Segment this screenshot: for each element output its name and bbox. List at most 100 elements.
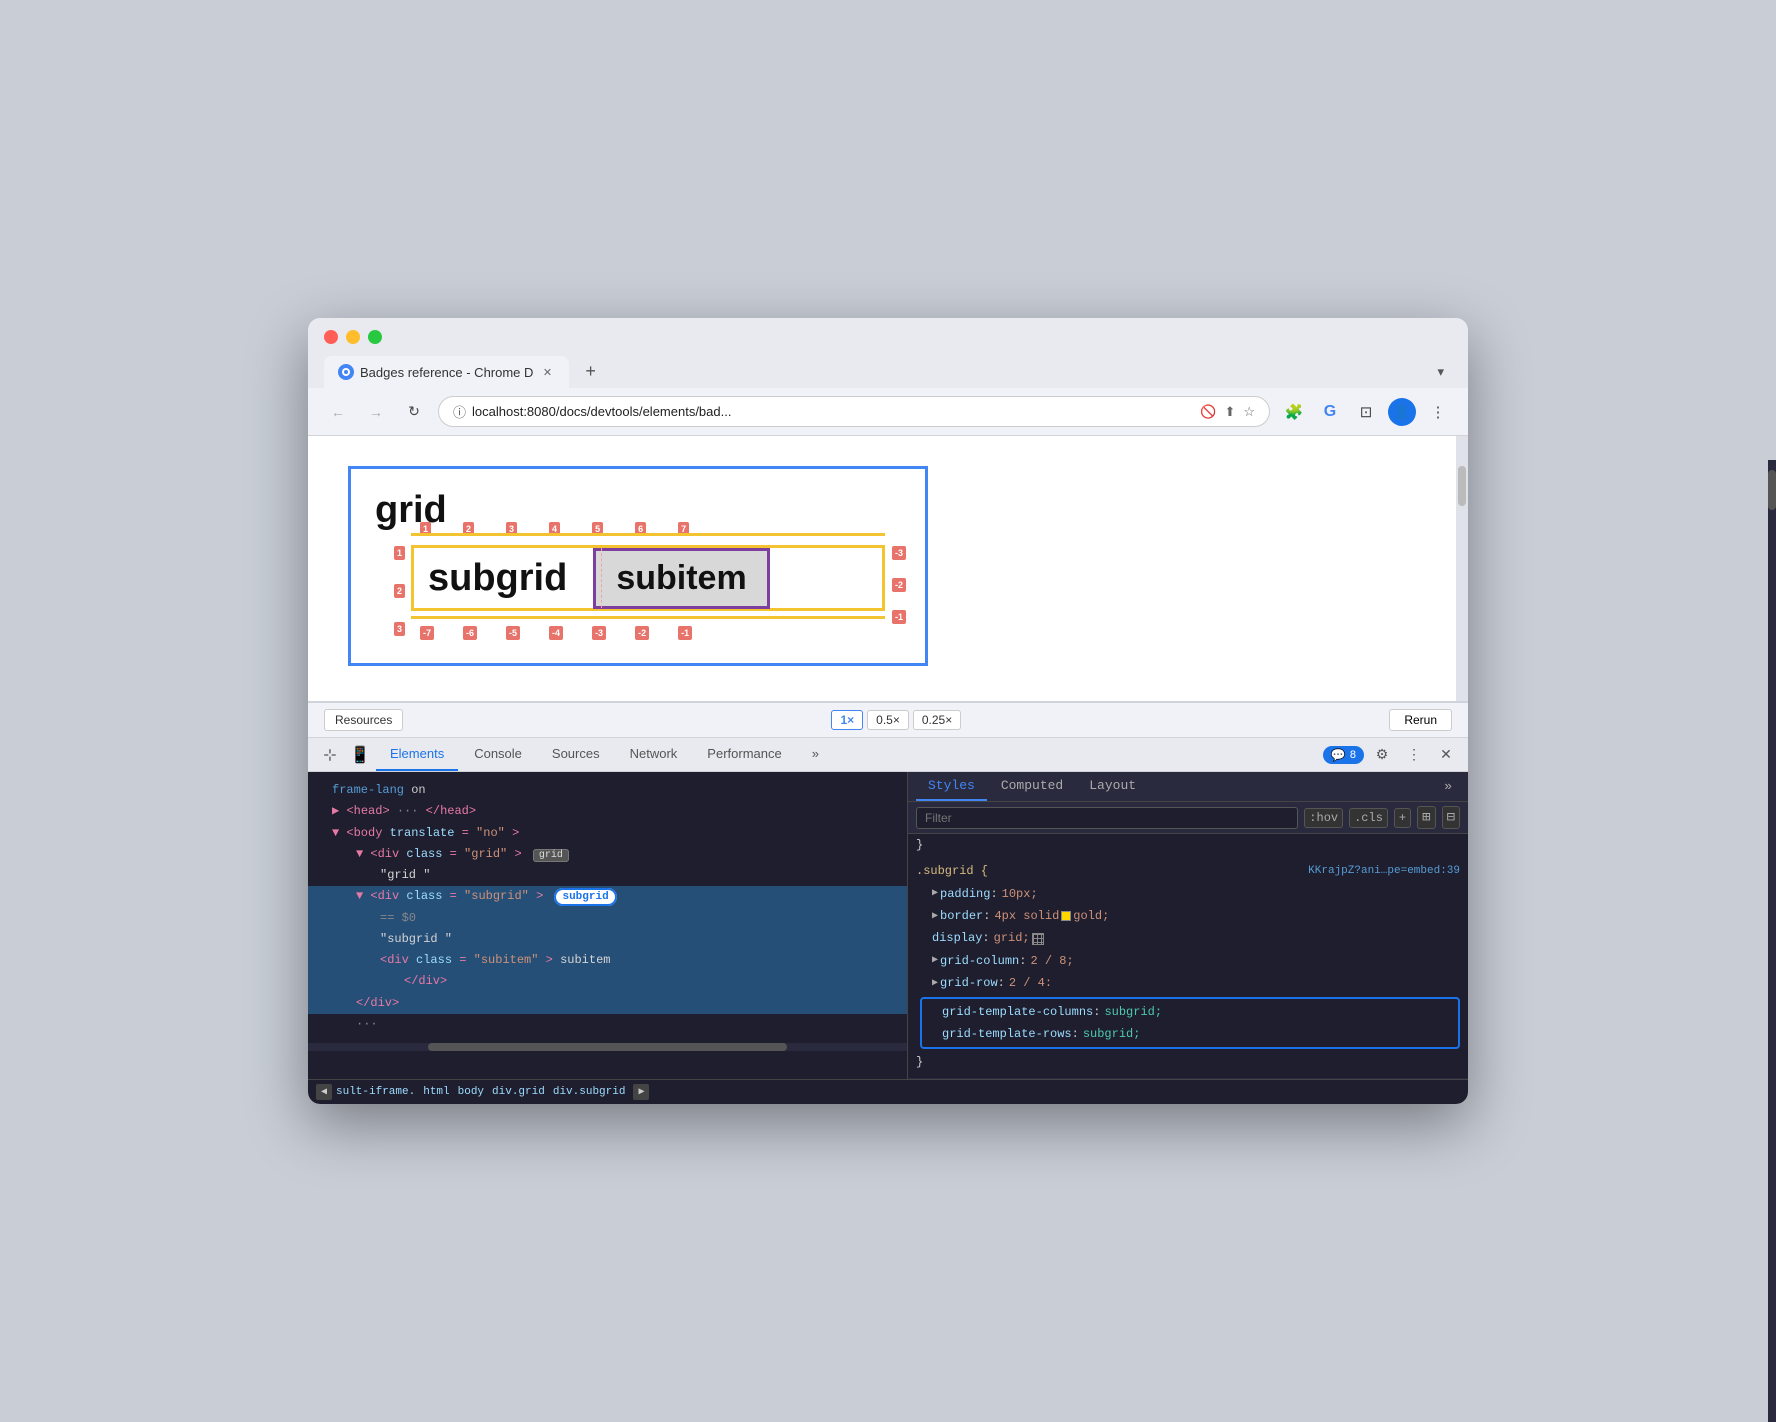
html-line-subitem[interactable]: <div class = "subitem" > subitem: [308, 950, 907, 971]
address-bar: ← → ↻ ⓘ localhost:8080/docs/devtools/ele…: [308, 388, 1468, 436]
devtools-action-icons: 💬 8 ⚙ ⋮ ✕: [1323, 741, 1460, 769]
chrome-icon: [338, 364, 354, 380]
styles-panel: Styles Computed Layout » :hov .cls + ⊞: [908, 772, 1468, 1079]
console-messages-badge[interactable]: 💬 8: [1323, 746, 1364, 764]
tab-title: Badges reference - Chrome D: [360, 365, 533, 380]
html-line-dollar0: == $0: [308, 908, 907, 929]
tab-console[interactable]: Console: [460, 738, 536, 771]
reload-button[interactable]: ↻: [400, 398, 428, 426]
css-prop-border: ▶ border : 4px solid gold;: [916, 905, 1460, 927]
more-options-button[interactable]: ⋮: [1400, 741, 1428, 769]
grid-container: grid 1234567 123: [348, 466, 928, 666]
address-input[interactable]: ⓘ localhost:8080/docs/devtools/elements/…: [438, 396, 1270, 427]
breadcrumb-item-divgrid[interactable]: div.grid: [492, 1086, 545, 1098]
cls-filter-button[interactable]: .cls: [1349, 808, 1388, 828]
zoom-05x-button[interactable]: 0.5×: [867, 710, 909, 730]
add-style-button[interactable]: +: [1394, 808, 1411, 828]
tab-dropdown-button[interactable]: ▾: [1429, 356, 1452, 388]
styles-tab-bar: Styles Computed Layout »: [908, 772, 1468, 802]
css-prop-grid-template-rows: grid-template-rows : subgrid;: [926, 1023, 1454, 1045]
badge-count: 8: [1350, 749, 1356, 761]
minimize-button[interactable]: [346, 330, 360, 344]
extensions-button[interactable]: 🧩: [1280, 398, 1308, 426]
forward-button[interactable]: →: [362, 398, 390, 426]
tab-elements[interactable]: Elements: [376, 738, 458, 771]
device-toggle-button[interactable]: 📱: [346, 741, 374, 769]
html-line-subgrid[interactable]: ▼ <div class = "subgrid" > subgrid: [308, 886, 907, 908]
zoom-025x-button[interactable]: 0.25×: [913, 710, 961, 730]
css-prop-val-grid-column: 2 / 8;: [1030, 951, 1073, 971]
styles-tab-more[interactable]: »: [1436, 773, 1460, 800]
styles-tab-computed[interactable]: Computed: [989, 772, 1075, 801]
resources-button[interactable]: Resources: [324, 709, 403, 731]
computed-styles-button[interactable]: ⊟: [1442, 806, 1460, 829]
close-button[interactable]: [324, 330, 338, 344]
gold-swatch[interactable]: [1061, 911, 1071, 921]
tab-performance[interactable]: Performance: [693, 738, 795, 771]
back-button[interactable]: ←: [324, 398, 352, 426]
preview-scrollbar[interactable]: [1456, 436, 1468, 701]
css-expand-grid-row[interactable]: ▶: [932, 975, 938, 992]
address-text: localhost:8080/docs/devtools/elements/ba…: [472, 404, 1194, 419]
inspect-element-button[interactable]: ⊹: [316, 741, 344, 769]
breadcrumb-forward[interactable]: ▶: [633, 1084, 649, 1100]
breadcrumb-item-body[interactable]: body: [458, 1086, 484, 1098]
css-expand-border[interactable]: ▶: [932, 908, 938, 925]
devtools-main: frame-lang on ▶ <head> ··· </head> ▼ <bo…: [308, 772, 1468, 1079]
html-line-dots: ···: [308, 1014, 907, 1035]
rerun-button[interactable]: Rerun: [1389, 709, 1452, 731]
breadcrumb-back[interactable]: ◀: [316, 1084, 332, 1100]
google-button[interactable]: G: [1316, 398, 1344, 426]
subgrid-box: subgrid subitem: [411, 545, 885, 611]
breadcrumb-item-frame[interactable]: sult-iframe.: [336, 1086, 415, 1098]
css-selector: .subgrid {: [916, 861, 988, 881]
css-prop-val-gold: gold;: [1073, 906, 1109, 926]
address-icons: 🚫 ⬆ ☆: [1200, 404, 1255, 420]
css-prop-name-grid-row: grid-row: [940, 973, 998, 993]
settings-button[interactable]: ⚙: [1368, 741, 1396, 769]
css-expand-grid-col[interactable]: ▶: [932, 952, 938, 969]
devtools-panel: ⊹ 📱 Elements Console Sources Network Per…: [308, 738, 1468, 1104]
html-line-head[interactable]: ▶ <head> ··· </head>: [308, 801, 907, 822]
html-line-body: ▼ <body translate = "no" >: [308, 823, 907, 844]
hov-filter-button[interactable]: :hov: [1304, 808, 1343, 828]
page-content: grid 1234567 123: [308, 436, 1468, 1104]
toggle-element-state-button[interactable]: ⊞: [1417, 806, 1435, 829]
preview-area: grid 1234567 123: [308, 436, 1468, 703]
menu-button[interactable]: ⋮: [1424, 398, 1452, 426]
html-line-div-grid: ▼ <div class = "grid" > grid: [308, 844, 907, 865]
zoom-1x-button[interactable]: 1×: [831, 710, 863, 730]
css-expand-padding[interactable]: ▶: [932, 885, 938, 902]
close-devtools-button[interactable]: ✕: [1432, 741, 1460, 769]
styles-filter-input[interactable]: [916, 807, 1298, 829]
tab-network[interactable]: Network: [616, 738, 692, 771]
elements-scrollbar-thumb-h: [428, 1043, 787, 1051]
subitem-box: subitem: [593, 548, 769, 609]
breadcrumb-item-divsubgrid[interactable]: div.subgrid: [553, 1086, 626, 1098]
tab-more[interactable]: »: [798, 738, 833, 771]
styles-tab-styles[interactable]: Styles: [916, 772, 987, 801]
active-tab[interactable]: Badges reference - Chrome D ✕: [324, 356, 569, 388]
css-brace-close: }: [916, 1051, 1460, 1073]
css-selector-line: .subgrid { KKrajpZ?ani…pe=embed:39: [916, 860, 1460, 882]
elements-scrollbar-h[interactable]: [308, 1043, 907, 1051]
maximize-button[interactable]: [368, 330, 382, 344]
new-tab-button[interactable]: +: [573, 354, 608, 388]
grid-display-icon[interactable]: [1032, 933, 1044, 945]
css-close-brace: }: [916, 1052, 923, 1072]
tab-close-button[interactable]: ✕: [539, 364, 555, 380]
browser-actions: 🧩 G ⊡ 👤 ⋮: [1280, 398, 1452, 426]
css-prop-val-padding: 10px;: [1002, 884, 1038, 904]
html-line-close-subgrid: </div>: [308, 993, 907, 1014]
traffic-lights: [324, 330, 1452, 344]
sidebar-button[interactable]: ⊡: [1352, 398, 1380, 426]
styles-tab-layout[interactable]: Layout: [1077, 772, 1148, 801]
breadcrumb-bar: ◀ sult-iframe. html body div.grid div.su…: [308, 1079, 1468, 1104]
css-source[interactable]: KKrajpZ?ani…pe=embed:39: [1308, 862, 1460, 881]
styles-filter-bar: :hov .cls + ⊞ ⊟: [908, 802, 1468, 834]
html-line-grid-text: "grid ": [308, 865, 907, 886]
profile-button[interactable]: 👤: [1388, 398, 1416, 426]
tab-sources[interactable]: Sources: [538, 738, 614, 771]
breadcrumb-item-html[interactable]: html: [423, 1086, 449, 1098]
css-prop-val-gtc: subgrid;: [1104, 1002, 1162, 1022]
